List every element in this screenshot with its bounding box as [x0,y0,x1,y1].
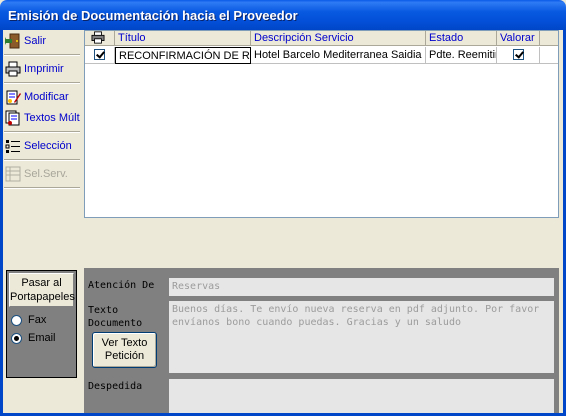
edit-document-icon [5,89,21,105]
email-radio[interactable]: Email [11,331,56,345]
modify-button[interactable]: Modificar [5,87,81,107]
toolbar-divider [4,187,80,189]
window-frame-left [0,30,3,416]
closing-field[interactable] [169,379,554,413]
table-row[interactable]: RECONFIRMACIÓN DE RESI Hotel Barcelo Med… [85,47,558,64]
exit-label: Salir [24,35,47,47]
print-button[interactable]: Imprimir [5,59,81,79]
attention-field[interactable]: Reservas [169,278,554,296]
modify-label: Modificar [24,91,69,103]
closing-label: Despedida [88,381,143,392]
app-window: Emisión de Documentación hacia el Provee… [0,0,566,416]
print-checkbox[interactable] [94,49,105,60]
column-header-status[interactable]: Estado [426,31,497,46]
printer-icon [91,31,105,44]
view-request-text-button[interactable]: Ver Texto Petición [92,332,157,368]
column-header-description[interactable]: Descripción Servicio [251,31,426,46]
text-label-line2: Documento [88,318,143,329]
multi-texts-label: Textos Múlt [24,112,80,124]
selection-list-icon [5,138,21,154]
title-bar[interactable]: Emisión de Documentación hacia el Provee… [0,0,566,30]
documents-grid[interactable]: Título Descripción Servicio Estado Valor… [84,30,559,218]
title-cell[interactable]: RECONFIRMACIÓN DE RESI [115,47,251,64]
multi-text-icon [5,110,21,126]
attention-label: Atención De [88,280,155,291]
column-header-title[interactable]: Título [115,31,251,46]
fax-label: Fax [28,314,47,326]
clipboard-panel-title: Pasar al Portapapeles [9,273,75,307]
toolbar-divider [4,131,80,133]
column-header-print[interactable] [85,31,115,46]
selection-label: Selección [24,140,72,152]
text-label-line1: Texto [88,305,119,316]
description-cell: Hotel Barcelo Mediterranea Saidia [251,47,426,64]
document-text-area[interactable]: Buenos días. Te envío nueva reserva en p… [169,301,554,373]
fax-radio-button[interactable] [11,314,22,326]
toolbar-divider [4,159,80,161]
email-label: Email [28,332,56,344]
toolbar-divider [4,82,80,84]
column-header-valuate[interactable]: Valorar [497,31,540,46]
print-cell [85,47,115,64]
select-services-button[interactable]: Sel.Serv. [5,164,81,184]
toolbar-divider [4,54,80,56]
valuate-cell [497,47,540,64]
select-services-label: Sel.Serv. [24,168,68,180]
email-radio-button[interactable] [11,332,22,344]
window-title: Emisión de Documentación hacia el Provee… [8,8,298,23]
grid-header: Título Descripción Servicio Estado Valor… [85,31,558,46]
exit-door-icon [4,33,21,49]
printer-icon [5,61,21,77]
multi-texts-button[interactable]: Textos Múlt [5,108,81,128]
exit-button[interactable]: Salir [4,31,81,51]
print-label: Imprimir [24,63,64,75]
service-list-icon [5,166,21,182]
valuate-checkbox[interactable] [513,49,524,60]
selection-button[interactable]: Selección [5,136,81,156]
status-cell: Pdte. Reemitir [426,47,497,64]
fax-radio[interactable]: Fax [11,313,46,327]
clipboard-options-panel: Pasar al Portapapeles Fax Email [6,270,77,378]
